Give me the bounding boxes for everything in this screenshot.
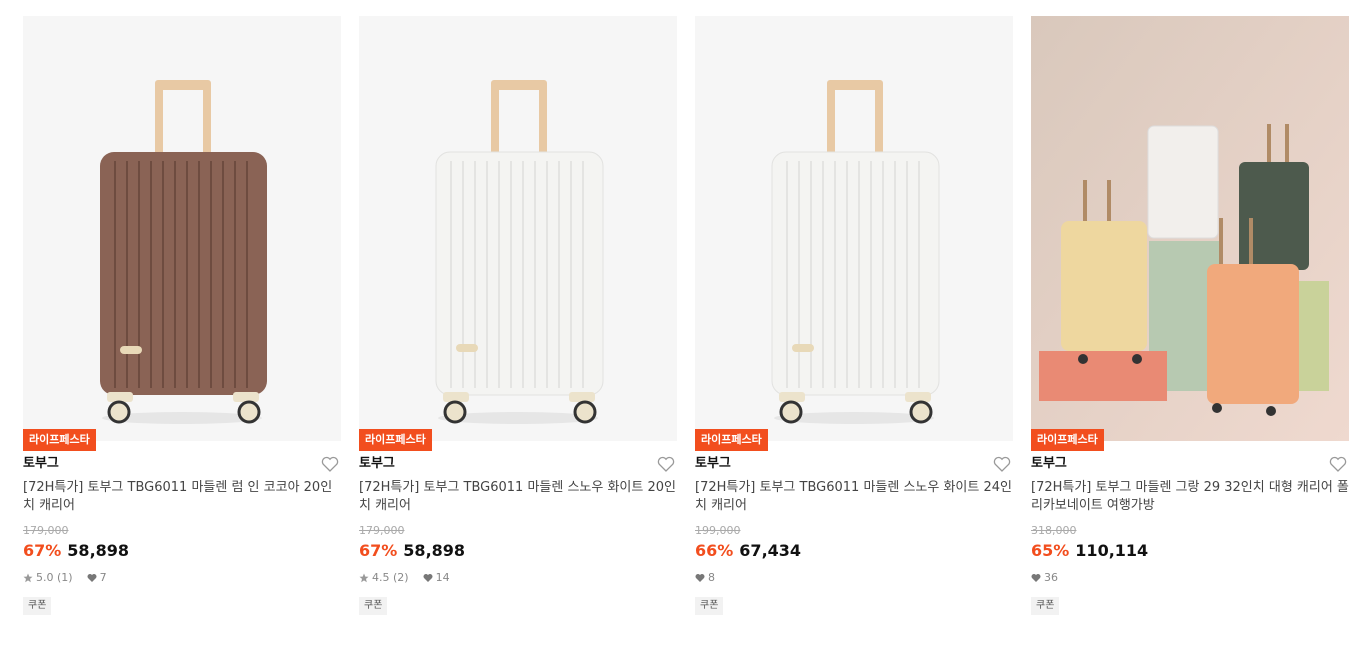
price-row: 65% 110,114 — [1031, 540, 1349, 562]
suitcase-image — [23, 16, 341, 441]
product-image[interactable] — [695, 16, 1013, 441]
original-price: 199,000 — [695, 524, 741, 537]
star-icon — [23, 573, 33, 583]
product-card[interactable]: 라이프페스타 토부그 [72H특가] 토부그 마들렌 그랑 29 32인치 대형… — [1031, 16, 1349, 615]
product-title[interactable]: [72H특가] 토부그 TBG6011 마들렌 럼 인 코코아 20인치 캐리어 — [23, 479, 341, 515]
rating-text: 5.0 (1) — [36, 571, 73, 584]
brand-name[interactable]: 토부그 — [23, 456, 341, 472]
like-count: 14 — [435, 571, 450, 584]
suitcase-collection-image — [1031, 16, 1349, 441]
wishlist-heart-icon[interactable] — [321, 456, 339, 472]
brand-name[interactable]: 토부그 — [695, 456, 1013, 472]
coupon-tag: 쿠폰 — [23, 597, 52, 615]
price-row: 67% 58,898 — [359, 540, 677, 562]
product-title[interactable]: [72H특가] 토부그 TBG6011 마들렌 스노우 화이트 24인치 캐리어 — [695, 479, 1013, 515]
heart-icon — [695, 574, 705, 582]
promo-badge: 라이프페스타 — [1031, 429, 1104, 451]
original-price: 179,000 — [359, 524, 405, 537]
heart-icon — [1031, 574, 1041, 582]
product-image[interactable] — [359, 16, 677, 441]
price-row: 67% 58,898 — [23, 540, 341, 562]
brand-name[interactable]: 토부그 — [359, 456, 677, 472]
promo-badge: 라이프페스타 — [23, 429, 96, 451]
sale-price: 58,898 — [67, 541, 130, 560]
wishlist-heart-icon[interactable] — [993, 456, 1011, 472]
brand-name[interactable]: 토부그 — [1031, 456, 1349, 472]
like-count: 7 — [99, 571, 107, 584]
suitcase-image — [359, 16, 677, 441]
suitcase-image — [695, 16, 1013, 441]
like-count: 8 — [708, 571, 715, 584]
like-count: 36 — [1044, 571, 1058, 584]
star-icon — [359, 573, 369, 583]
price-row: 66% 67,434 — [695, 540, 1013, 562]
discount-rate: 67% — [23, 541, 62, 560]
review-meta: 5.0 (1) 7 — [23, 571, 341, 585]
product-grid: 라이프페스타 토부그 [72H특가] 토부그 TBG6011 마들렌 럼 인 코… — [23, 16, 1349, 615]
sale-price: 110,114 — [1075, 541, 1149, 560]
heart-icon — [423, 574, 433, 582]
product-image[interactable] — [1031, 16, 1349, 441]
coupon-tag: 쿠폰 — [359, 597, 388, 615]
review-meta: 36 — [1031, 571, 1349, 585]
coupon-tag: 쿠폰 — [1031, 597, 1060, 615]
rating-text: 4.5 (2) — [372, 571, 409, 584]
product-title[interactable]: [72H특가] 토부그 마들렌 그랑 29 32인치 대형 캐리어 폴리카보네이… — [1031, 479, 1349, 515]
product-image[interactable] — [23, 16, 341, 441]
promo-badge: 라이프페스타 — [695, 429, 768, 451]
wishlist-heart-icon[interactable] — [657, 456, 675, 472]
original-price: 318,000 — [1031, 524, 1077, 537]
review-meta: 8 — [695, 571, 1013, 585]
discount-rate: 65% — [1031, 541, 1070, 560]
product-card[interactable]: 라이프페스타 토부그 [72H특가] 토부그 TBG6011 마들렌 스노우 화… — [359, 16, 677, 615]
discount-rate: 66% — [695, 541, 734, 560]
sale-price: 58,898 — [403, 541, 466, 560]
wishlist-heart-icon[interactable] — [1329, 456, 1347, 472]
product-title[interactable]: [72H특가] 토부그 TBG6011 마들렌 스노우 화이트 20인치 캐리어 — [359, 479, 677, 515]
heart-icon — [87, 574, 97, 582]
sale-price: 67,434 — [739, 541, 802, 560]
discount-rate: 67% — [359, 541, 398, 560]
product-card[interactable]: 라이프페스타 토부그 [72H특가] 토부그 TBG6011 마들렌 스노우 화… — [695, 16, 1013, 615]
original-price: 179,000 — [23, 524, 69, 537]
product-card[interactable]: 라이프페스타 토부그 [72H특가] 토부그 TBG6011 마들렌 럼 인 코… — [23, 16, 341, 615]
review-meta: 4.5 (2) 14 — [359, 571, 677, 585]
coupon-tag: 쿠폰 — [695, 597, 724, 615]
promo-badge: 라이프페스타 — [359, 429, 432, 451]
